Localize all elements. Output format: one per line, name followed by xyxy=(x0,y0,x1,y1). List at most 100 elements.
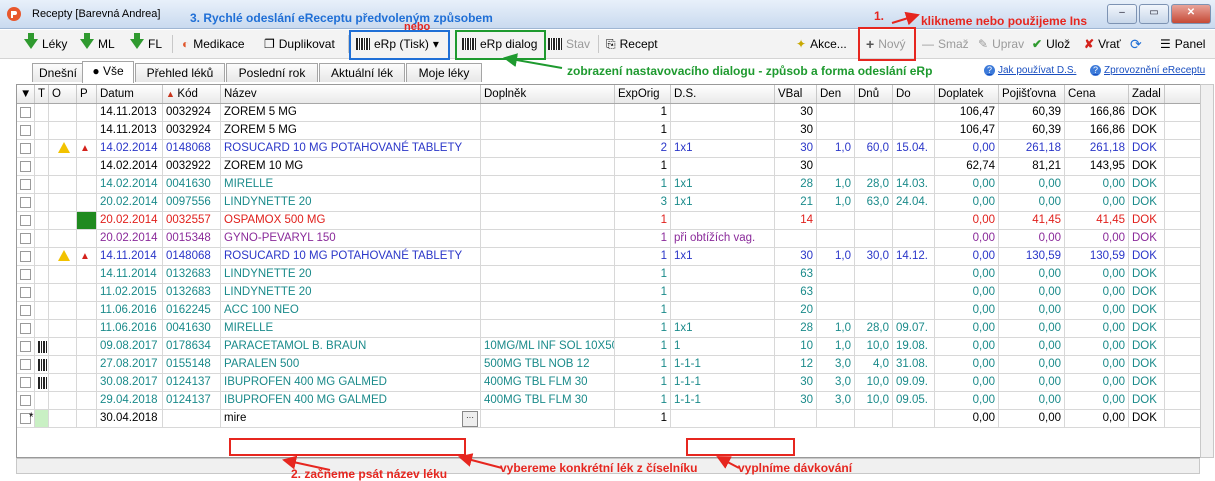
uloz-button[interactable]: ✔ Ulož xyxy=(1032,33,1070,55)
maximize-button[interactable]: ▭ xyxy=(1139,4,1169,24)
table-row[interactable]: 20.02.2014 0015348 GYNO-PEVARYL 150 1 při ob… xyxy=(17,230,1201,248)
row-checkbox[interactable] xyxy=(20,179,31,190)
column-header-p[interactable]: P xyxy=(77,85,97,103)
row-checkbox[interactable] xyxy=(20,197,31,208)
cell-do xyxy=(893,122,935,139)
akce-button[interactable]: ✦ Akce... xyxy=(796,33,847,55)
column-header-exp[interactable]: ExpOrig xyxy=(615,85,671,103)
cell-poj: 0,00 xyxy=(999,392,1065,409)
row-checkbox[interactable] xyxy=(20,287,31,298)
table-row[interactable]: 14.11.2013 0032924 ZOREM 5 MG 1 30 106,47 60,3… xyxy=(17,122,1201,140)
table-row[interactable]: 11.06.2016 0162245 ACC 100 NEO 1 20 0,00 0,00 0… xyxy=(17,302,1201,320)
column-header-poj[interactable]: Pojišťovna xyxy=(999,85,1065,103)
vertical-scrollbar[interactable] xyxy=(1200,84,1214,458)
table-row[interactable]: 30.08.2017 0124137 IBUPROFEN 400 MG GALMED… xyxy=(17,374,1201,392)
cell-t xyxy=(35,104,49,121)
help-link-erecept[interactable]: ? Zprovoznění eReceptu xyxy=(1090,65,1205,76)
ellipsis-button[interactable]: ··· xyxy=(462,411,478,427)
tab-vse[interactable]: ● Vše xyxy=(82,61,134,83)
cell-nazev: ACC 100 NEO xyxy=(221,302,481,319)
row-checkbox[interactable] xyxy=(20,377,31,388)
table-row[interactable]: ▲ 14.11.2014 0148068 ROSUCARD 10 MG POTAHOV… xyxy=(17,248,1201,266)
row-checkbox[interactable] xyxy=(20,269,31,280)
refresh-button[interactable]: ⟳ xyxy=(1130,33,1142,55)
column-header-do[interactable]: Do xyxy=(893,85,935,103)
tab-dnesni[interactable]: Dnešní xyxy=(32,63,84,82)
table-row[interactable]: 20.02.2014 0032557 OSPAMOX 500 MG 1 14 0,00 41… xyxy=(17,212,1201,230)
column-header-vbal[interactable]: VBal xyxy=(775,85,817,103)
cell-p xyxy=(77,158,97,175)
cell-dnu: 60,0 xyxy=(855,140,893,157)
table-row[interactable]: 14.11.2014 0132683 LINDYNETTE 20 1 63 0,00 0,0… xyxy=(17,266,1201,284)
filter-dropdown-icon[interactable]: ▼ xyxy=(17,85,35,103)
cell-exp: 1 xyxy=(615,284,671,301)
column-header-doplnek[interactable]: Doplněk xyxy=(481,85,615,103)
table-row[interactable]: 29.04.2018 0124137 IBUPROFEN 400 MG GALMED… xyxy=(17,392,1201,410)
row-checkbox[interactable] xyxy=(20,341,31,352)
tab-posledni-rok[interactable]: Poslední rok xyxy=(226,63,318,82)
cell-ds xyxy=(671,266,775,283)
column-header-dnu[interactable]: Dnů xyxy=(855,85,893,103)
tab-prehled-leku[interactable]: Přehled léků xyxy=(135,63,225,82)
column-header-den[interactable]: Den xyxy=(817,85,855,103)
column-header-datum[interactable]: Datum xyxy=(97,85,163,103)
row-checkbox[interactable] xyxy=(20,233,31,244)
column-header-nazev[interactable]: Název xyxy=(221,85,481,103)
tab-moje-leky[interactable]: Moje léky xyxy=(406,63,482,82)
row-checkbox[interactable] xyxy=(20,125,31,136)
row-checkbox[interactable] xyxy=(20,107,31,118)
table-row[interactable]: 20.02.2014 0097556 LINDYNETTE 20 3 1x1 21 1,0 6… xyxy=(17,194,1201,212)
row-checkbox[interactable] xyxy=(20,323,31,334)
row-checkbox[interactable] xyxy=(20,215,31,226)
table-row[interactable]: 27.08.2017 0155148 PARALEN 500 500MG TBL NO… xyxy=(17,356,1201,374)
column-header-ds[interactable]: D.S. xyxy=(671,85,775,103)
duplikovat-button[interactable]: ❐ Duplikovat xyxy=(264,33,335,55)
cell-den xyxy=(817,104,855,121)
cell-nazev: LINDYNETTE 20 xyxy=(221,266,481,283)
column-header-t[interactable]: T xyxy=(35,85,49,103)
fl-button[interactable]: FL xyxy=(130,33,162,55)
panel-button[interactable]: ☰ Panel xyxy=(1160,33,1205,55)
row-checkbox[interactable] xyxy=(20,395,31,406)
minimize-button[interactable]: – xyxy=(1107,4,1137,24)
table-row[interactable]: 11.02.2015 0132683 LINDYNETTE 20 1 63 0,00 0,0… xyxy=(17,284,1201,302)
row-checkbox[interactable] xyxy=(20,143,31,154)
new-row[interactable]: * 30.04.2018 mire ··· 1 0,00 0,00 0,00 DOK xyxy=(17,410,1201,428)
recept-button[interactable]: ⎘ Recept xyxy=(606,33,658,55)
table-row[interactable]: 14.11.2013 0032924 ZOREM 5 MG 1 30 106,47 60,3… xyxy=(17,104,1201,122)
cell-dnu: 28,0 xyxy=(855,320,893,337)
column-header-cena[interactable]: Cena xyxy=(1065,85,1129,103)
row-checkbox[interactable] xyxy=(20,251,31,262)
table-row[interactable]: 14.02.2014 0032922 ZOREM 10 MG 1 30 62,74 81,2… xyxy=(17,158,1201,176)
medikace-button[interactable]: ◐ Medikace xyxy=(182,33,245,55)
table-row[interactable]: ▲ 14.02.2014 0148068 ROSUCARD 10 MG POTAHOV… xyxy=(17,140,1201,158)
uprav-button[interactable]: ✎ Uprav xyxy=(978,33,1024,55)
annotation-nebo: nebo xyxy=(404,21,431,33)
column-header-o[interactable]: O xyxy=(49,85,77,103)
cell-doplnek xyxy=(481,176,615,193)
leky-button[interactable]: Léky xyxy=(24,33,67,55)
table-row[interactable]: 09.08.2017 0178634 PARACETAMOL B. BRAUN 10M… xyxy=(17,338,1201,356)
row-checkbox[interactable] xyxy=(20,161,31,172)
row-checkbox[interactable] xyxy=(20,359,31,370)
cell-doplnek xyxy=(481,122,615,139)
row-checkbox[interactable] xyxy=(20,305,31,316)
cell-t xyxy=(35,410,49,427)
ml-button[interactable]: ML xyxy=(80,33,115,55)
column-header-kod[interactable]: ▲ Kód xyxy=(163,85,221,103)
stav-button[interactable]: Stav xyxy=(548,33,590,55)
cell-datum: 30.04.2018 xyxy=(97,410,163,427)
cell-vbal: 20 xyxy=(775,302,817,319)
close-button[interactable]: ✕ xyxy=(1171,4,1211,24)
tab-aktualni-lek[interactable]: Aktuální lék xyxy=(319,63,405,82)
column-header-zadal[interactable]: Zadal xyxy=(1129,85,1165,103)
vrat-button[interactable]: ✘ Vrať xyxy=(1084,33,1121,55)
name-input[interactable]: mire ··· xyxy=(221,410,481,427)
leky-label: Léky xyxy=(42,37,68,51)
table-row[interactable]: 11.06.2016 0041630 MIRELLE 1 1x1 28 1,0 28,0 09.… xyxy=(17,320,1201,338)
table-row[interactable]: 14.02.2014 0041630 MIRELLE 1 1x1 28 1,0 28,0 14.… xyxy=(17,176,1201,194)
smaz-button[interactable]: — Smaž xyxy=(922,33,969,55)
column-header-doplatek[interactable]: Doplatek xyxy=(935,85,999,103)
help-link-ds[interactable]: ? Jak používat D.S. xyxy=(984,65,1076,76)
cell-dnu xyxy=(855,410,893,427)
